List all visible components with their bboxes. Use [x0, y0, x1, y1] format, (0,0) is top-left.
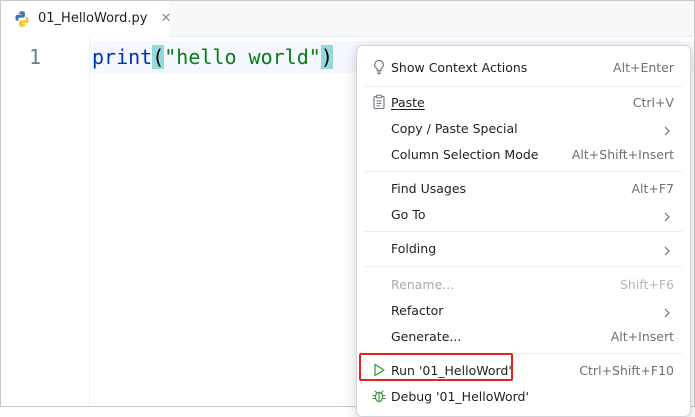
menu-item-shortcut: Alt+Enter [613, 59, 674, 75]
menu-item-label: Find Usages [391, 180, 467, 196]
menu-separator [365, 353, 682, 354]
menu-item-folding[interactable]: Folding [365, 235, 682, 261]
close-tab-icon[interactable]: ✕ [160, 11, 171, 26]
chevron-right-icon [662, 122, 672, 136]
editor-tab-bar: 01_HelloWord.py ✕ [1, 1, 694, 37]
editor-context-menu: Show Context Actions Alt+Enter Paste Ctr… [356, 45, 691, 417]
python-file-icon [13, 10, 31, 28]
menu-separator [365, 231, 682, 232]
menu-item-shortcut: Ctrl+V [632, 94, 674, 110]
code-line[interactable]: print("hello world") [92, 41, 333, 73]
menu-item-rename: Rename... Shift+F6 [365, 271, 682, 297]
menu-item-find-usages[interactable]: Find Usages Alt+F7 [365, 175, 682, 201]
line-number-gutter [1, 37, 90, 406]
menu-item-shortcut: Alt+Insert [610, 328, 674, 344]
code-string-token: "hello world" [164, 45, 321, 69]
line-number: 1 [28, 45, 41, 69]
menu-item-label: Go To [391, 206, 426, 222]
menu-item-run[interactable]: Run '01_HelloWord' Ctrl+Shift+F10 [365, 357, 682, 383]
debug-bug-icon [370, 387, 388, 405]
menu-item-label: Refactor [391, 302, 444, 318]
menu-separator [365, 171, 682, 172]
chevron-right-icon [662, 208, 672, 222]
code-function-token: print [92, 45, 153, 69]
menu-item-column-selection-mode[interactable]: Column Selection Mode Alt+Shift+Insert [365, 141, 682, 167]
menu-item-label: Run '01_HelloWord' [391, 362, 512, 378]
code-close-paren: ) [320, 45, 333, 69]
menu-item-label: Debug '01_HelloWord' [391, 388, 529, 404]
menu-item-go-to[interactable]: Go To [365, 201, 682, 227]
menu-item-shortcut: Alt+F7 [631, 180, 674, 196]
menu-item-shortcut: Shift+F6 [619, 276, 674, 292]
menu-item-debug[interactable]: Debug '01_HelloWord' [365, 383, 682, 409]
menu-item-label: Rename... [391, 276, 455, 292]
menu-item-label: Show Context Actions [391, 59, 528, 75]
menu-item-shortcut: Alt+Shift+Insert [571, 146, 674, 162]
clipboard-icon [370, 93, 388, 111]
menu-item-show-context-actions[interactable]: Show Context Actions Alt+Enter [365, 54, 682, 80]
menu-item-shortcut: Ctrl+Shift+F10 [579, 362, 674, 378]
chevron-right-icon [662, 242, 672, 256]
menu-item-label: Generate... [391, 328, 462, 344]
menu-item-copy-paste-special[interactable]: Copy / Paste Special [365, 115, 682, 141]
menu-separator [365, 266, 682, 267]
file-tab[interactable]: 01_HelloWord.py ✕ [1, 1, 171, 37]
menu-item-label: Folding [391, 240, 437, 256]
menu-item-label: Column Selection Mode [391, 146, 539, 162]
lightbulb-icon [370, 58, 388, 76]
chevron-right-icon [662, 304, 672, 318]
menu-item-generate[interactable]: Generate... Alt+Insert [365, 323, 682, 349]
menu-item-paste[interactable]: Paste Ctrl+V [365, 89, 682, 115]
code-open-paren: ( [152, 45, 165, 69]
menu-item-label: Copy / Paste Special [391, 120, 518, 136]
run-play-icon [370, 361, 388, 379]
menu-item-refactor[interactable]: Refactor [365, 297, 682, 323]
file-tab-label: 01_HelloWord.py [38, 11, 148, 26]
menu-separator [365, 86, 682, 87]
menu-item-label: Paste [391, 94, 425, 110]
